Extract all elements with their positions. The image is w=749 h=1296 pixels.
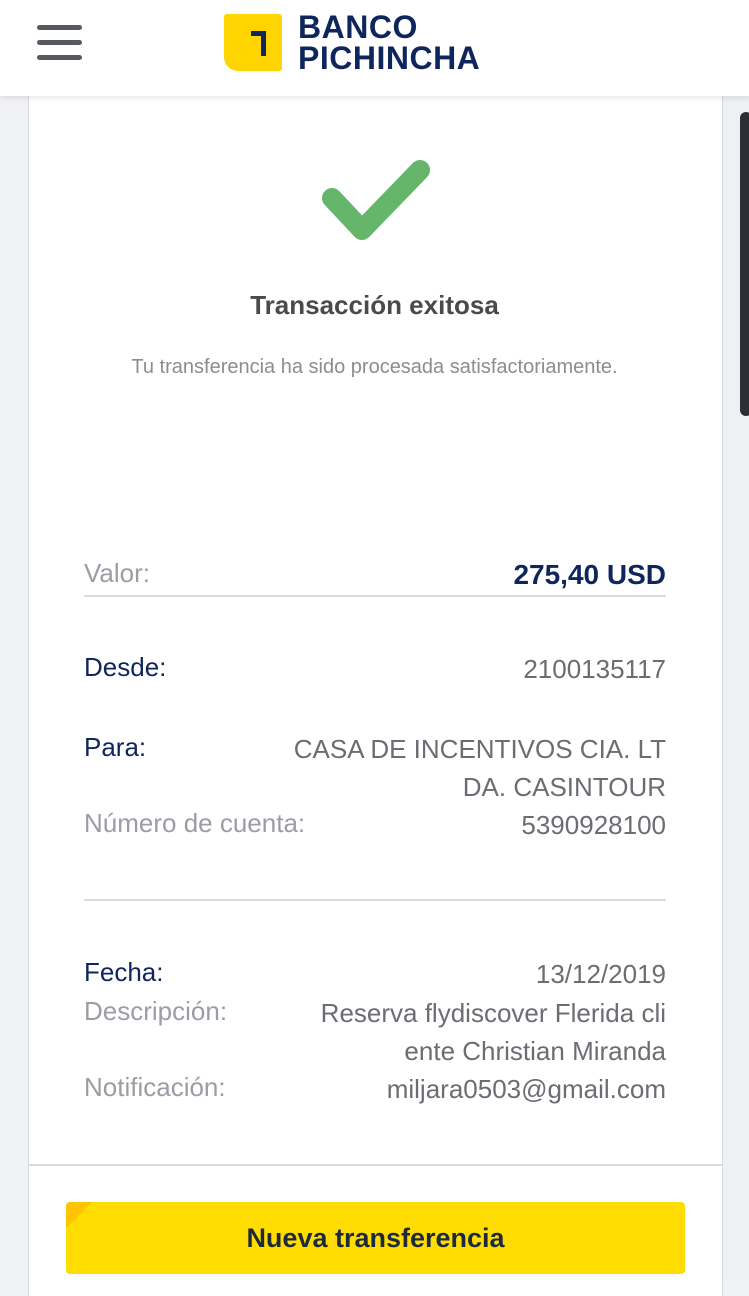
amount-row: Valor: 275,40 USD (84, 556, 666, 596)
status-title: Transacción exitosa (250, 290, 499, 320)
date-label: Fecha: (84, 957, 164, 987)
amount-divider (84, 595, 666, 597)
receipt-card (28, 96, 723, 1296)
description-row: Descripción: Reserva flydiscover Flerida… (84, 994, 666, 1070)
description-label: Descripción: (84, 996, 228, 1026)
to-label: Para: (84, 732, 147, 762)
logo-line-1: BANCO (298, 9, 418, 45)
amount-value: 275,40 USD (513, 559, 666, 590)
to-recipient-line-1: CASA DE INCENTIVOS CIA. LT (293, 734, 666, 764)
description-line-1: Reserva flydiscover Flerida cli (320, 998, 666, 1028)
footer-divider (28, 1164, 722, 1166)
status-subtitle: Tu transferencia ha sido procesada satis… (131, 356, 618, 378)
date-value: 13/12/2019 (535, 959, 666, 989)
logo-text: BANCO PICHINCHA (298, 9, 481, 76)
notification-row: Notificación: miljara0503@gmail.com (84, 1070, 666, 1110)
logo-line-2: PICHINCHA (298, 40, 481, 76)
section-divider (84, 899, 666, 901)
from-row: Desde: 2100135117 (84, 650, 666, 690)
banco-pichincha-logo-icon (224, 14, 282, 71)
new-transfer-button[interactable]: Nueva transferencia (66, 1202, 685, 1274)
from-label: Desde: (84, 652, 167, 682)
account-number-row: Número de cuenta: 5390928100 (84, 806, 666, 846)
to-row: Para: CASA DE INCENTIVOS CIA. LT DA. CAS… (84, 730, 666, 806)
date-row: Fecha: 13/12/2019 (84, 955, 666, 995)
to-recipient: CASA DE INCENTIVOS CIA. LT DA. CASINTOUR (294, 730, 666, 806)
account-number-value: 5390928100 (521, 810, 666, 840)
hamburger-menu-icon[interactable] (37, 25, 82, 61)
checkmark-icon (322, 160, 430, 240)
amount-label: Valor: (84, 558, 150, 588)
from-account: 2100135117 (523, 654, 666, 684)
app-header: BANCO PICHINCHA (0, 0, 749, 96)
notification-email: miljara0503@gmail.com (386, 1074, 666, 1104)
description-line-2: ente Christian Miranda (404, 1036, 666, 1066)
to-recipient-line-2: DA. CASINTOUR (462, 772, 666, 802)
bank-logo: BANCO PICHINCHA (224, 9, 514, 76)
notification-label: Notificación: (84, 1072, 226, 1102)
description-value: Reserva flydiscover Flerida cli ente Chr… (321, 994, 666, 1070)
account-number-label: Número de cuenta: (84, 808, 306, 838)
new-transfer-button-label: Nueva transferencia (246, 1223, 505, 1253)
